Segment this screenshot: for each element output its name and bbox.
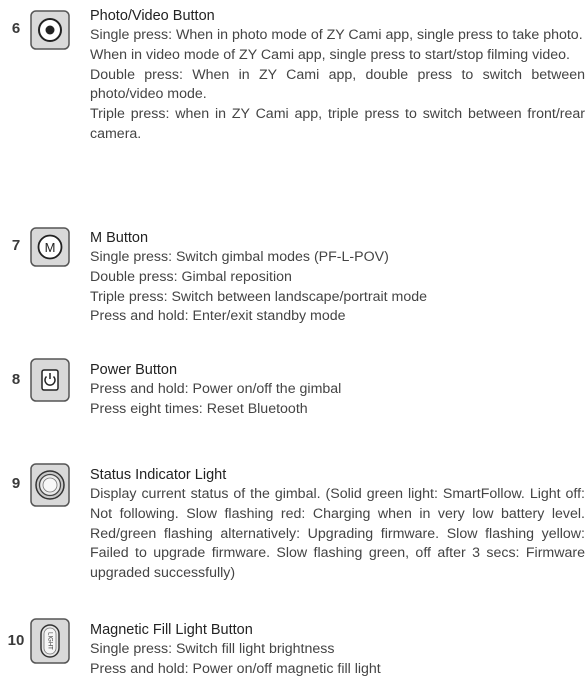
- power-button-icon: [30, 358, 70, 407]
- item-number: 10: [7, 632, 25, 649]
- item-description: Double press: When in ZY Cami app, doubl…: [90, 66, 585, 103]
- item-description: Display current status of the gimbal. (S…: [90, 486, 585, 582]
- item-description: Triple press: when in ZY Cami app, tripl…: [90, 106, 585, 142]
- item-number: 9: [11, 475, 21, 492]
- item-text: M Button Single press: Switch gimbal mod…: [90, 229, 585, 327]
- item-title: Magnetic Fill Light Button: [90, 622, 253, 638]
- photo-video-button-icon: [30, 10, 70, 55]
- svg-text:LIGHT: LIGHT: [46, 632, 52, 650]
- item-description: Press eight times: Reset Bluetooth: [90, 400, 308, 417]
- item-description: Single press: Switch fill light brightne…: [90, 641, 335, 657]
- item-title: M Button: [90, 230, 149, 246]
- item-text: Status Indicator Light Display current s…: [90, 466, 585, 584]
- item-description: Press and hold: Enter/exit standby mode: [90, 308, 346, 325]
- item-text: Photo/Video Button Single press: When in…: [90, 7, 585, 145]
- item-description: Single press: When in photo mode of ZY C…: [90, 27, 583, 43]
- item-description: Triple press: Switch between landscape/p…: [90, 288, 427, 305]
- item-title: Status Indicator Light: [90, 467, 227, 483]
- item-number: 6: [11, 20, 21, 37]
- item-text: Magnetic Fill Light Button Single press:…: [90, 621, 585, 680]
- item-description: Single press: Switch gimbal modes (PF-L-…: [90, 249, 389, 265]
- item-title: Photo/Video Button: [90, 8, 215, 24]
- item-description: Press and hold: Power on/off the gimbal: [90, 381, 342, 397]
- item-number: 8: [11, 371, 21, 388]
- item-description: Double press: Gimbal reposition: [90, 268, 292, 285]
- item-number: 7: [11, 237, 21, 254]
- item-description: When in video mode of ZY Cami app, singl…: [90, 46, 570, 63]
- status-indicator-light-icon: [30, 463, 70, 512]
- item-description: Press and hold: Power on/off magnetic fi…: [90, 660, 381, 677]
- item-text: Power Button Press and hold: Power on/of…: [90, 361, 585, 420]
- item-title: Power Button: [90, 362, 178, 378]
- m-button-icon: M: [30, 227, 70, 272]
- svg-text:M: M: [45, 240, 56, 255]
- magnetic-fill-light-button-icon: LIGHT: [30, 618, 70, 669]
